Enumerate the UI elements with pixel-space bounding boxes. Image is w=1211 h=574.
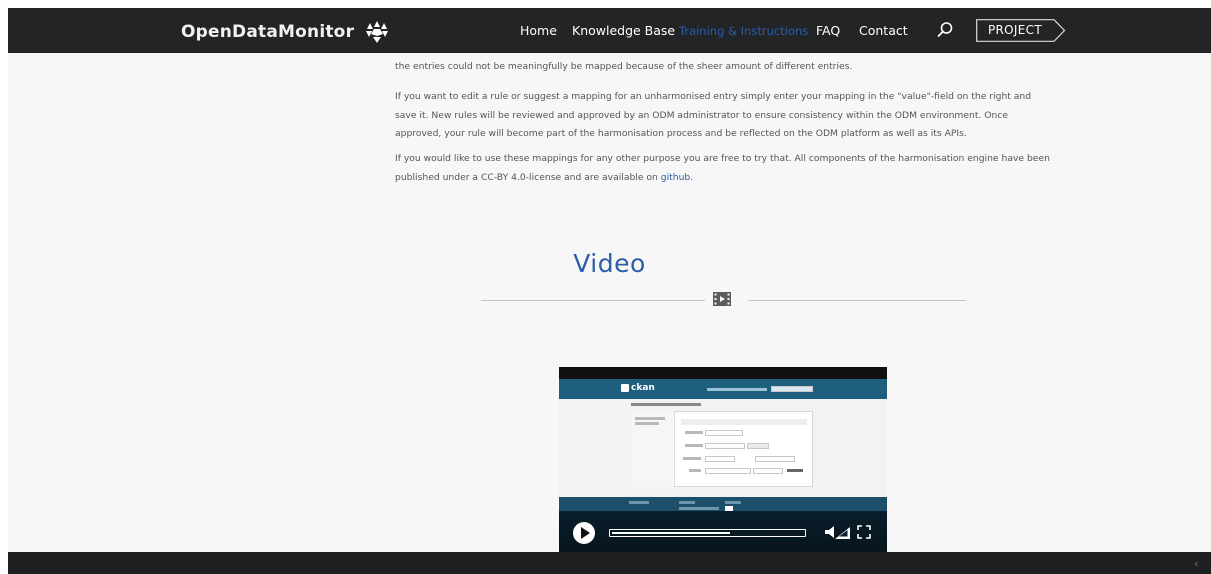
bottom-bar xyxy=(8,552,1211,574)
video-frame-text xyxy=(635,422,659,425)
video-frame-top xyxy=(559,367,887,379)
video-frame-footer-text xyxy=(629,501,649,504)
paragraph: If you want to edit a rule or suggest a … xyxy=(395,91,1032,139)
video-frame-footer-text xyxy=(679,507,719,510)
fullscreen-icon[interactable] xyxy=(857,525,871,539)
nav-training-instructions[interactable]: Training & Instructions xyxy=(679,24,808,38)
top-navigation-bar: OpenDataMonitor Home Knowledge Base Trai… xyxy=(8,8,1211,53)
video-frame-field xyxy=(705,443,745,449)
video-frame-tabs xyxy=(681,419,807,425)
paragraph: If you would like to use these mappings … xyxy=(395,150,1055,187)
play-icon xyxy=(581,527,590,539)
video-frame-search xyxy=(771,386,813,392)
divider-right xyxy=(748,300,966,301)
logo-text: OpenDataMonitor xyxy=(181,22,355,42)
site-logo[interactable]: OpenDataMonitor xyxy=(181,20,392,44)
video-progress-bar[interactable] xyxy=(609,529,806,537)
project-button-label: PROJECT xyxy=(988,23,1042,37)
video-frame-text xyxy=(635,417,665,420)
video-frame-field xyxy=(705,456,735,462)
paragraph-end: . xyxy=(690,171,694,183)
video-frame-breadcrumb xyxy=(631,403,701,406)
video-frame-field xyxy=(755,456,795,462)
video-frame-label xyxy=(685,444,703,447)
nav-contact[interactable]: Contact xyxy=(859,23,908,38)
video-frame-field xyxy=(705,468,751,474)
paragraph-text: If you would like to use these mappings … xyxy=(395,153,1050,183)
video-frame-label xyxy=(685,431,703,434)
divider-left xyxy=(481,300,705,301)
github-link[interactable]: github xyxy=(661,172,690,183)
video-frame-logo: ckan xyxy=(631,383,655,393)
chevron-left-icon[interactable]: ‹ xyxy=(1194,557,1198,570)
nav-faq[interactable]: FAQ xyxy=(816,23,840,38)
video-section-title: Video xyxy=(573,249,646,278)
video-frame-footer-text xyxy=(679,501,695,504)
video-frame-label xyxy=(683,457,701,460)
logo-icon xyxy=(366,21,389,43)
project-button[interactable]: PROJECT xyxy=(976,19,1066,42)
video-frame-label xyxy=(689,469,701,472)
video-progress-fill xyxy=(612,532,730,534)
video-frame-menu xyxy=(707,388,767,391)
volume-icon[interactable] xyxy=(825,524,851,540)
film-icon xyxy=(713,292,731,306)
video-frame-footer-text xyxy=(725,501,741,504)
ckan-logo-icon xyxy=(621,384,629,392)
video-player[interactable]: ckan xyxy=(559,367,887,553)
page: OpenDataMonitor Home Knowledge Base Trai… xyxy=(8,8,1211,574)
video-frame-button xyxy=(747,443,769,449)
nav-knowledge-base[interactable]: Knowledge Base xyxy=(572,23,675,38)
video-frame-field xyxy=(753,468,783,474)
video-frame-action xyxy=(787,469,803,472)
nav-home[interactable]: Home xyxy=(520,23,557,38)
paragraph: the entries could not be meaningfully be… xyxy=(395,61,853,72)
search-icon[interactable] xyxy=(936,21,954,39)
video-frame-field xyxy=(705,430,743,436)
